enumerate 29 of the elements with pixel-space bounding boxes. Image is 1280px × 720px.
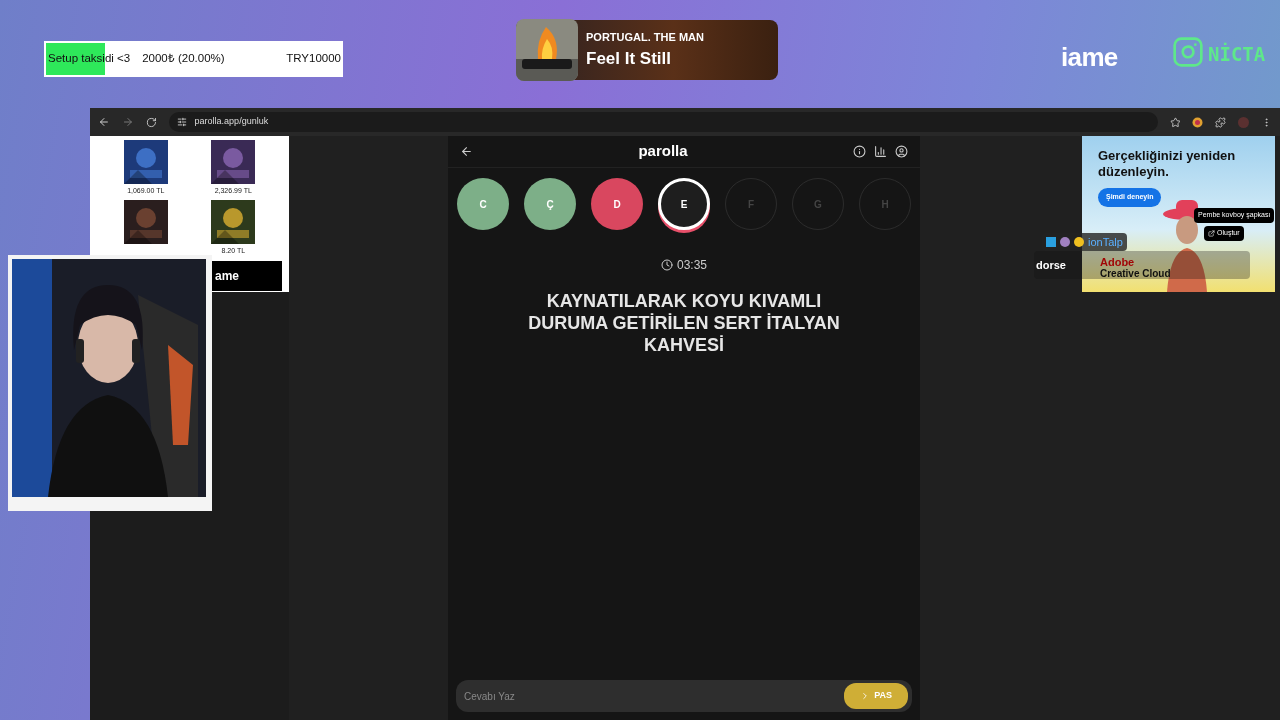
instagram-icon [1172, 36, 1204, 68]
channel-name: NİCTA [1208, 41, 1266, 67]
timer-text: 03:35 [677, 257, 707, 274]
site-settings-icon [176, 117, 187, 127]
banner-logo: ame [215, 268, 240, 285]
ad-headline: Gerçekliğinizi yeniden düzenleyin. [1098, 148, 1237, 180]
artist-name: PORTUGAL. THE MAN [586, 30, 704, 45]
chat-username: ionTalp [1088, 234, 1123, 250]
profile-circle-icon [1192, 116, 1204, 128]
goal-amount: 2000₺ (20.00%) [142, 51, 225, 67]
song-title: Feel It Still [586, 47, 673, 70]
sponsor-logo: iame [1061, 41, 1118, 74]
app-logo: parolla [638, 141, 688, 162]
external-link-icon [1208, 229, 1215, 237]
brand-text: Adobe [1100, 255, 1135, 269]
stats-icon[interactable] [874, 145, 887, 158]
profile-icon[interactable] [895, 145, 908, 158]
goal-target: TRY10000 [286, 51, 341, 67]
info-icon[interactable] [853, 145, 866, 158]
chat-text: dorse [1036, 257, 1066, 273]
bookmark-icon[interactable] [1169, 116, 1181, 128]
extensions-icon[interactable] [1215, 116, 1227, 128]
back-icon[interactable] [460, 145, 473, 158]
address-bar[interactable]: parolla.app/gunluk [168, 112, 1158, 132]
reload-icon[interactable] [145, 116, 157, 128]
back-icon[interactable] [98, 116, 110, 128]
question-text: KAYNATILARAK KOYU KIVAMLI DURUMA GETİRİLEN SERT İTALYAN KAHVESİ [527, 290, 841, 356]
product-text: Creative Cloud [1100, 267, 1171, 281]
clock-icon [661, 259, 673, 271]
